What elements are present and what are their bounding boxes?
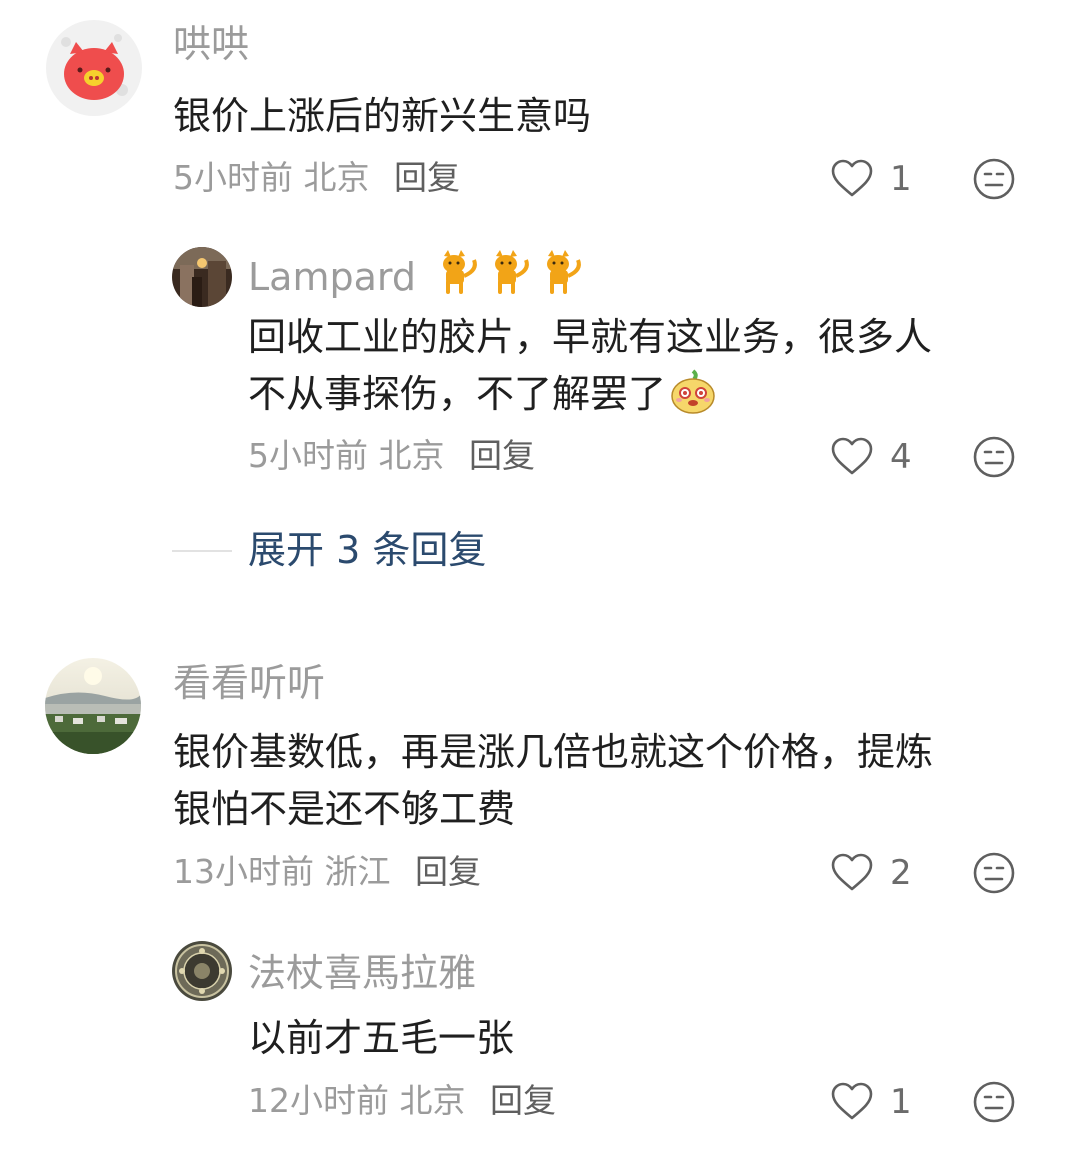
like-count: 2	[890, 853, 912, 893]
like-button[interactable]: 4	[830, 435, 960, 479]
like-button[interactable]: 1	[830, 1080, 960, 1124]
dislike-button[interactable]	[972, 435, 1016, 479]
timestamp: 5小时前	[248, 436, 368, 475]
dislike-button[interactable]	[972, 851, 1016, 895]
reply-button[interactable]: 回复	[394, 158, 460, 197]
reply-button[interactable]: 回复	[469, 436, 535, 475]
comment-text-line-2: 不从事探伤，不了解罢了	[248, 372, 667, 416]
comment-meta: 12小时前 北京 回复	[248, 1081, 556, 1121]
username[interactable]: Lampard	[248, 250, 588, 306]
timestamp: 13小时前	[173, 852, 314, 891]
comment-text-line: 银价基数低，再是涨几倍也就这个价格，提炼	[173, 730, 934, 774]
like-count: 4	[890, 437, 912, 477]
username[interactable]: 法杖喜馬拉雅	[248, 950, 476, 996]
timestamp: 5小时前	[173, 158, 293, 197]
comment-text: 回收工业的胶片，早就有这业务，很多人 不从事探伤，不了解罢了	[248, 309, 1028, 431]
username-text: Lampard	[248, 255, 416, 299]
like-button[interactable]: 2	[830, 851, 960, 895]
meh-face-icon	[973, 1081, 1015, 1123]
divider	[172, 550, 232, 552]
heart-icon	[831, 437, 873, 475]
expand-replies-label: 展开 3 条回复	[248, 528, 487, 572]
comment-text: 银价上涨后的新兴生意吗	[173, 94, 592, 138]
heart-icon	[831, 1082, 873, 1120]
heart-icon	[831, 853, 873, 891]
reply-button[interactable]: 回复	[490, 1081, 556, 1120]
comment-text: 银价基数低，再是涨几倍也就这个价格，提炼 银怕不是还不够工费	[173, 724, 1033, 838]
timestamp: 12小时前	[248, 1081, 389, 1120]
avatar[interactable]	[172, 941, 232, 1001]
like-button[interactable]: 1	[830, 157, 960, 201]
avatar[interactable]	[45, 658, 141, 754]
username[interactable]: 看看听听	[173, 660, 325, 706]
like-count: 1	[890, 1082, 912, 1122]
avatar[interactable]	[172, 247, 232, 307]
cat-emoji-icon	[438, 250, 588, 306]
meh-face-icon	[973, 436, 1015, 478]
comment-text-line: 不从事探伤，不了解罢了	[248, 366, 1028, 431]
comment-meta: 5小时前 北京 回复	[173, 158, 460, 198]
comment-text: 以前才五毛一张	[248, 1016, 515, 1060]
comment-text-line: 回收工业的胶片，早就有这业务，很多人	[248, 315, 933, 359]
location: 浙江	[324, 852, 391, 891]
username[interactable]: 哄哄	[173, 21, 249, 67]
location: 北京	[378, 436, 445, 475]
location: 北京	[399, 1081, 466, 1120]
reply-button[interactable]: 回复	[415, 852, 481, 891]
location: 北京	[303, 158, 370, 197]
dislike-button[interactable]	[972, 1080, 1016, 1124]
meh-face-icon	[973, 158, 1015, 200]
smiling-cartoon-emoji-icon	[670, 369, 716, 431]
expand-replies-button[interactable]: 展开 3 条回复	[172, 525, 772, 575]
comment-meta: 5小时前 北京 回复	[248, 436, 535, 476]
comment-text-line: 银怕不是还不够工费	[173, 787, 516, 831]
comment-meta: 13小时前 浙江 回复	[173, 852, 481, 892]
meh-face-icon	[973, 852, 1015, 894]
dislike-button[interactable]	[972, 157, 1016, 201]
like-count: 1	[890, 159, 912, 199]
avatar[interactable]	[46, 20, 142, 116]
heart-icon	[831, 159, 873, 197]
